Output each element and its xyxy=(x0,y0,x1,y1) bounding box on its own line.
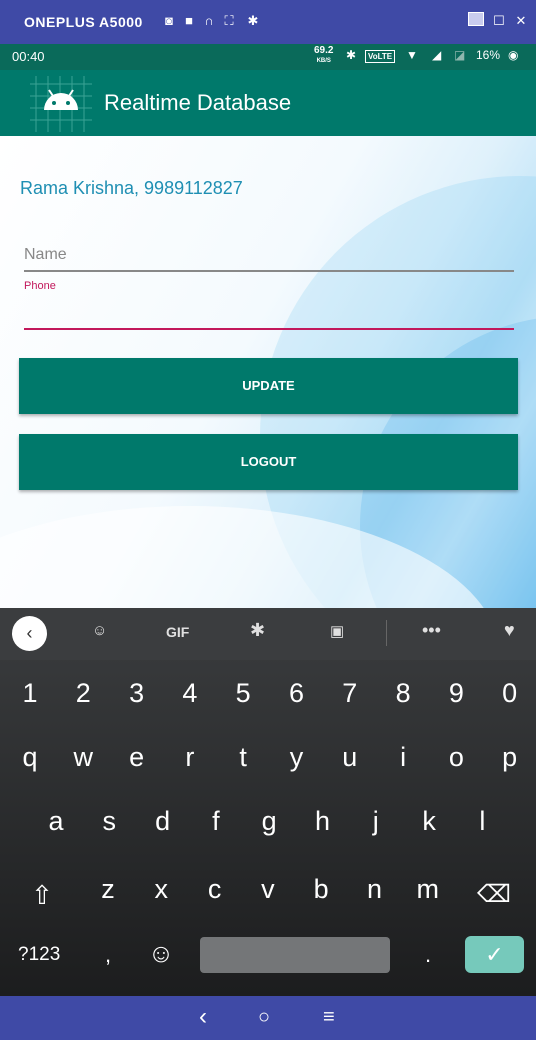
device-name: ONEPLUS A5000 xyxy=(24,14,143,30)
key-b[interactable]: b xyxy=(301,874,341,905)
key-l[interactable]: l xyxy=(462,806,502,837)
headphones-icon[interactable]: ∩ xyxy=(202,14,216,28)
keyboard-toolbar: ‹ ☺ GIF ✱ ▣ ••• ♥ xyxy=(0,608,536,660)
backspace-key[interactable]: ⌫ xyxy=(474,880,514,909)
key-z[interactable]: z xyxy=(88,874,128,905)
key-4[interactable]: 4 xyxy=(170,678,210,709)
signal-icon: ◢ xyxy=(432,48,442,62)
phone-input[interactable] xyxy=(24,298,514,330)
soft-keyboard: ‹ ☺ GIF ✱ ▣ ••• ♥ ⇧ ⌫ ?123 , ☺ . ✓ 12345… xyxy=(0,608,536,996)
emulator-title-bar: ONEPLUS A5000 ◙ ■ ∩ ⛶ ✱ ☐ ✕ xyxy=(0,0,536,44)
bluetooth-icon: ✱ xyxy=(346,48,357,62)
volte-badge: VoLTE xyxy=(365,50,396,63)
translate-icon[interactable]: ▣ xyxy=(330,622,344,640)
maximize-icon[interactable]: ☐ xyxy=(492,14,506,28)
settings-icon[interactable]: ✱ xyxy=(246,14,260,28)
close-icon[interactable]: ✕ xyxy=(514,14,528,28)
app-title: Realtime Database xyxy=(104,90,292,115)
sticker-icon[interactable]: ☺ xyxy=(92,622,107,639)
net-speed-indicator: 69.2 KB/S xyxy=(314,45,334,65)
key-u[interactable]: u xyxy=(330,742,370,773)
comma-key[interactable]: , xyxy=(88,942,128,968)
space-key[interactable] xyxy=(200,937,390,973)
emoji-icon[interactable]: ☺ xyxy=(141,938,181,969)
symbols-key[interactable]: ?123 xyxy=(18,944,60,966)
battery-icon: ◉ xyxy=(508,48,519,62)
app-bar: Realtime Database xyxy=(0,70,536,136)
main-content: Rama Krishna, 9989112827 Phone UPDATE LO… xyxy=(0,136,536,608)
key-p[interactable]: p xyxy=(490,742,530,773)
key-e[interactable]: e xyxy=(117,742,157,773)
key-d[interactable]: d xyxy=(143,806,183,837)
key-8[interactable]: 8 xyxy=(383,678,423,709)
camera-icon[interactable]: ◙ xyxy=(162,14,176,28)
period-key[interactable]: . xyxy=(408,942,448,968)
key-n[interactable]: n xyxy=(355,874,395,905)
gif-button[interactable]: GIF xyxy=(166,624,189,640)
name-input[interactable] xyxy=(24,240,514,272)
key-0[interactable]: 0 xyxy=(490,678,530,709)
signal2-icon: ◪ xyxy=(454,48,466,62)
battery-text: 16% xyxy=(476,48,501,62)
status-time: 00:40 xyxy=(12,49,45,64)
update-button[interactable]: UPDATE xyxy=(19,358,518,414)
navigation-bar: ‹ ○ ≡ xyxy=(0,996,536,1040)
shift-key[interactable]: ⇧ xyxy=(22,880,62,911)
enter-check-icon[interactable]: ✓ xyxy=(465,936,524,973)
key-7[interactable]: 7 xyxy=(330,678,370,709)
key-o[interactable]: o xyxy=(436,742,476,773)
key-t[interactable]: t xyxy=(223,742,263,773)
key-h[interactable]: h xyxy=(303,806,343,837)
key-9[interactable]: 9 xyxy=(436,678,476,709)
microphone-icon[interactable]: ♥ xyxy=(504,620,515,641)
minimize-icon[interactable] xyxy=(468,12,484,26)
key-w[interactable]: w xyxy=(63,742,103,773)
back-icon[interactable]: ‹ xyxy=(199,1003,207,1031)
key-g[interactable]: g xyxy=(249,806,289,837)
key-q[interactable]: q xyxy=(10,742,50,773)
key-y[interactable]: y xyxy=(277,742,317,773)
key-i[interactable]: i xyxy=(383,742,423,773)
key-k[interactable]: k xyxy=(409,806,449,837)
key-c[interactable]: c xyxy=(195,874,235,905)
key-j[interactable]: j xyxy=(356,806,396,837)
home-icon[interactable]: ○ xyxy=(258,1006,270,1029)
wifi-icon: ▼ xyxy=(406,48,418,62)
recents-icon[interactable]: ≡ xyxy=(323,1006,335,1029)
logout-button[interactable]: LOGOUT xyxy=(19,434,518,490)
key-3[interactable]: 3 xyxy=(117,678,157,709)
key-1[interactable]: 1 xyxy=(10,678,50,709)
user-info-text: Rama Krishna, 9989112827 xyxy=(20,178,243,198)
key-f[interactable]: f xyxy=(196,806,236,837)
phone-label: Phone xyxy=(24,280,56,292)
key-6[interactable]: 6 xyxy=(277,678,317,709)
collapse-keyboard-icon[interactable]: ‹ xyxy=(12,616,47,651)
android-logo-icon xyxy=(30,76,92,132)
more-icon[interactable]: ••• xyxy=(422,620,441,641)
key-a[interactable]: a xyxy=(36,806,76,837)
key-m[interactable]: m xyxy=(408,874,448,905)
fullscreen-icon[interactable]: ⛶ xyxy=(222,14,236,28)
video-icon[interactable]: ■ xyxy=(182,14,196,28)
key-x[interactable]: x xyxy=(141,874,181,905)
key-2[interactable]: 2 xyxy=(63,678,103,709)
key-v[interactable]: v xyxy=(248,874,288,905)
keyboard-settings-icon[interactable]: ✱ xyxy=(250,620,265,641)
key-r[interactable]: r xyxy=(170,742,210,773)
status-bar: 00:40 69.2 KB/S ✱ VoLTE ▼ ◢ ◪ 16% ◉ xyxy=(0,44,536,70)
key-s[interactable]: s xyxy=(89,806,129,837)
key-5[interactable]: 5 xyxy=(223,678,263,709)
toolbar-divider xyxy=(386,620,387,646)
